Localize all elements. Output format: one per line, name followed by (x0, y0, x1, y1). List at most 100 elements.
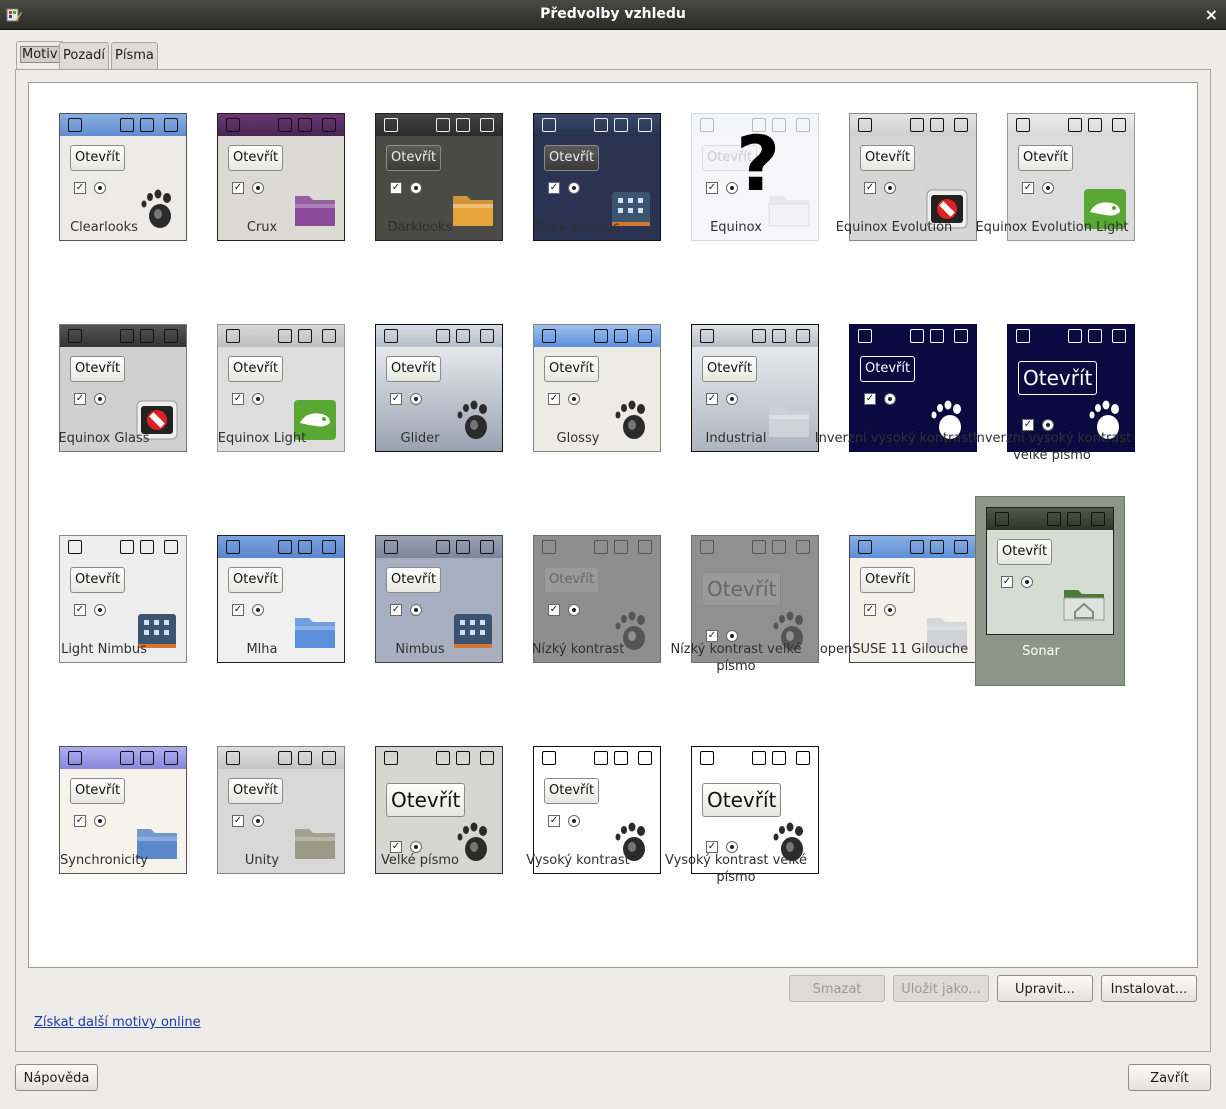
window-button-icon (594, 751, 608, 765)
preview-radio-icon (252, 815, 264, 827)
preview-open-button: Otevřít (386, 356, 442, 382)
window-button-icon (752, 540, 766, 554)
theme-item[interactable]: Otevřít ✓ Inverzní vysoký kontrast (815, 294, 977, 484)
window-button-icon (910, 540, 924, 554)
preview-titlebar (60, 536, 186, 558)
window-button-icon (120, 540, 134, 554)
tab-label: Motiv (20, 46, 60, 63)
theme-item[interactable]: Otevřít ✓ Dark Nimbus (503, 83, 661, 273)
preview-titlebar (1008, 325, 1134, 347)
preview-open-button: Otevřít (228, 145, 284, 171)
tab-pisma[interactable]: Písma (111, 42, 158, 70)
window-button-icon (858, 118, 872, 132)
preview-open-button: Otevřít (386, 783, 466, 817)
preview-radio-icon (94, 393, 106, 405)
preview-checkbox-icon: ✓ (548, 604, 560, 616)
preview-titlebar (692, 536, 818, 558)
preview-open-button: Otevřít (70, 778, 126, 804)
theme-item[interactable]: Otevřít ✓ Equinox Glass (29, 294, 187, 484)
window-button-icon (480, 751, 494, 765)
preview-titlebar (218, 325, 344, 347)
window-button-icon (1088, 118, 1102, 132)
close-button[interactable]: Zavřít (1128, 1064, 1211, 1091)
preview-checkbox-icon: ✓ (390, 393, 402, 405)
theme-item[interactable]: Otevřít ✓? Equinox (661, 83, 819, 273)
window-button-icon (384, 118, 398, 132)
window-button-icon (1067, 512, 1081, 526)
preview-open-button: Otevřít (702, 783, 782, 817)
question-mark-icon: ? (736, 119, 781, 208)
tab-pozadi[interactable]: Pozadí (59, 42, 109, 70)
theme-name: Velké písmo (381, 853, 459, 868)
preview-titlebar (60, 114, 186, 136)
theme-item[interactable]: Otevřít ✓ Industrial (661, 294, 819, 484)
help-button[interactable]: Nápověda (15, 1064, 98, 1091)
theme-item[interactable]: Otevřít ✓ Unity (187, 716, 345, 906)
preview-titlebar (60, 747, 186, 769)
window-close-button[interactable]: × (1205, 5, 1218, 24)
window-button-icon (384, 751, 398, 765)
preview-radio-icon (410, 182, 422, 194)
theme-item[interactable]: Otevřít ✓ Glider (345, 294, 503, 484)
delete-button[interactable]: Smazat (789, 975, 885, 1002)
theme-item[interactable]: Otevřít ✓ Nízký kontrast velké písmo (661, 505, 819, 695)
theme-item[interactable]: Otevřít ✓ Darklooks (345, 83, 503, 273)
theme-item[interactable]: Otevřít ✓ Vysoký kontrast (503, 716, 661, 906)
preview-radio-icon (410, 604, 422, 616)
theme-item[interactable]: Otevřít ✓ Sonar (975, 496, 1125, 686)
theme-item[interactable]: Otevřít ✓ Equinox Evolution (819, 83, 977, 273)
window-button-icon (542, 118, 556, 132)
theme-item[interactable]: Otevřít ✓ Clearlooks (29, 83, 187, 273)
theme-item[interactable]: Otevřít ✓ Equinox Evolution Light (975, 83, 1135, 273)
theme-item[interactable]: Otevřít ✓ Equinox Light (187, 294, 345, 484)
theme-item[interactable]: Otevřít ✓ Glossy (503, 294, 661, 484)
preview-titlebar (376, 747, 502, 769)
tab-motiv[interactable]: Motiv (16, 41, 64, 71)
preview-open-button: Otevřít (1018, 145, 1074, 171)
window-title: Předvolby vzhledu (540, 6, 686, 22)
theme-item[interactable]: Otevřít ✓ Velké písmo (345, 716, 503, 906)
theme-name: Sonar (1022, 644, 1060, 659)
window-button-icon (384, 329, 398, 343)
theme-item[interactable]: Otevřít ✓ Nimbus (345, 505, 503, 695)
theme-item[interactable]: Otevřít ✓ Nízký kontrast (503, 505, 661, 695)
window-button-icon (322, 329, 336, 343)
get-more-themes-link[interactable]: Získat další motivy online (34, 1015, 201, 1030)
theme-name: Vysoký kontrast (526, 853, 630, 868)
preview-titlebar (218, 747, 344, 769)
preview-titlebar (534, 747, 660, 769)
theme-name: Nízký kontrast (531, 642, 625, 657)
window-button-icon (436, 540, 450, 554)
install-button[interactable]: Instalovat... (1101, 975, 1197, 1002)
theme-item[interactable]: Otevřít ✓ Inverzní vysoký kontrast velké p… (973, 294, 1135, 484)
theme-name: Inverzní vysoký kontrast (814, 431, 974, 446)
window-button-icon (322, 751, 336, 765)
theme-item[interactable]: Otevřít ✓ Mlha (187, 505, 345, 695)
theme-item[interactable]: Otevřít ✓ Vysoký kontrast velké písmo (661, 716, 819, 906)
theme-item[interactable]: Otevřít ✓ openSUSE 11 Gilouche (819, 505, 977, 695)
theme-name: Equinox Evolution Light (975, 220, 1129, 235)
window-button-icon (436, 751, 450, 765)
theme-name: openSUSE 11 Gilouche (819, 642, 969, 657)
window-button-icon (954, 329, 968, 343)
window-button-icon (226, 118, 240, 132)
customize-button[interactable]: Upravit... (997, 975, 1093, 1002)
theme-item[interactable]: Otevřít ✓ Light Nimbus (29, 505, 187, 695)
window-button-icon (298, 118, 312, 132)
window-titlebar: Předvolby vzhledu × (0, 0, 1226, 30)
theme-item[interactable]: Otevřít ✓ Synchronicity (29, 716, 187, 906)
window-button-icon (594, 540, 608, 554)
window-button-icon (1112, 118, 1126, 132)
window-button-icon (752, 329, 766, 343)
theme-item[interactable]: Otevřít ✓ Crux (187, 83, 345, 273)
preview-radio-icon (726, 393, 738, 405)
preview-open-button: Otevřít (544, 567, 600, 593)
preview-titlebar (218, 536, 344, 558)
theme-list[interactable]: Otevřít ✓ Clearlooks Otevřít ✓ Crux Otevřít ✓ Da… (28, 82, 1198, 968)
preview-checkbox-icon: ✓ (548, 393, 560, 405)
tab-label: Písma (115, 48, 154, 63)
preview-checkbox-icon: ✓ (232, 815, 244, 827)
preview-titlebar (376, 536, 502, 558)
preview-radio-icon (1042, 182, 1054, 194)
save-as-button[interactable]: Uložit jako... (893, 975, 989, 1002)
